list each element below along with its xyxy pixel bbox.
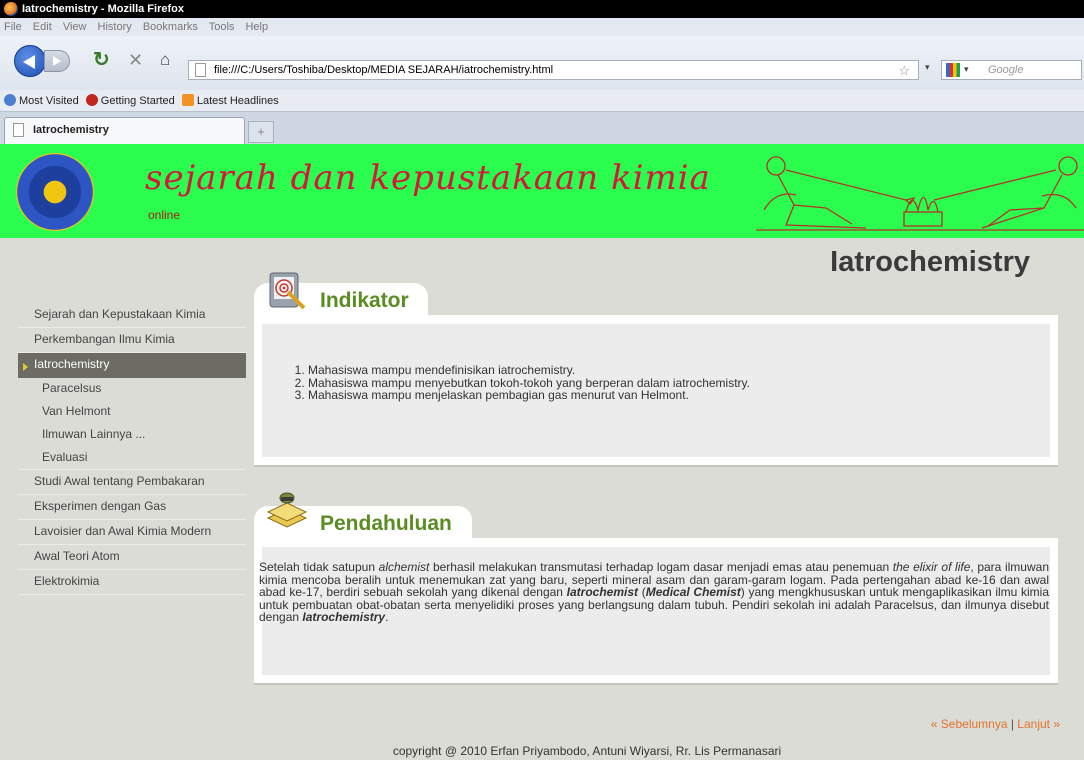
url-bar[interactable]: file:///C:/Users/Toshiba/Desktop/MEDIA S…	[188, 60, 919, 80]
pager-separator: |	[1007, 717, 1018, 731]
text-bold-italic: Iatrochemistry	[302, 610, 386, 625]
reload-icon[interactable]: ↻	[93, 45, 110, 75]
university-logo	[16, 153, 94, 231]
bookmark-getting-started[interactable]: Getting Started	[85, 94, 175, 107]
sidebar-nav: Sejarah dan Kepustakaan Kimia Perkembang…	[18, 303, 246, 595]
sidebar-item-sejarah[interactable]: Sejarah dan Kepustakaan Kimia	[18, 303, 246, 328]
menu-view[interactable]: View	[63, 21, 87, 33]
bookmarks-toolbar: Most Visited Getting Started Latest Head…	[0, 90, 1084, 112]
site-header: sejarah dan kepustakaan kimia online	[0, 144, 1084, 238]
sidebar-item-elektrokimia[interactable]: Elektrokimia	[18, 570, 246, 595]
sidebar-item-teori-atom[interactable]: Awal Teori Atom	[18, 545, 246, 570]
pager: « Sebelumnya | Lanjut »	[931, 717, 1060, 731]
rss-icon	[181, 94, 194, 106]
page-icon	[13, 123, 24, 137]
bookmark-latest-headlines[interactable]: Latest Headlines	[181, 94, 279, 107]
forward-button[interactable]	[44, 50, 70, 72]
bookmark-label: Getting Started	[100, 95, 175, 107]
sidebar-item-ilmuwan-lainnya[interactable]: Ilmuwan Lainnya ...	[18, 424, 246, 447]
prev-link[interactable]: « Sebelumnya	[931, 717, 1008, 731]
most-visited-icon	[4, 94, 16, 106]
bookmark-label: Latest Headlines	[196, 95, 279, 107]
sidebar-item-pembakaran[interactable]: Studi Awal tentang Pembakaran	[18, 470, 246, 495]
new-tab-button[interactable]: +	[248, 121, 274, 143]
pendahuluan-text: Setelah tidak satupun alchemist berhasil…	[259, 561, 1049, 624]
stop-icon[interactable]: ✕	[128, 45, 143, 75]
tab-title: Iatrochemistry	[33, 124, 109, 136]
sidebar-item-perkembangan[interactable]: Perkembangan Ilmu Kimia	[18, 328, 246, 353]
tab-iatrochemistry[interactable]: Iatrochemistry	[4, 117, 245, 144]
firefox-icon	[85, 94, 98, 106]
indikator-list: Mahasiswa mampu mendefinisikan iatrochem…	[272, 364, 750, 402]
search-placeholder: Google	[988, 64, 1024, 76]
firefox-icon	[4, 2, 18, 16]
target-icon	[269, 272, 306, 310]
sidebar-item-lavoisier[interactable]: Lavoisier dan Awal Kimia Modern	[18, 520, 246, 545]
indikator-title: Indikator	[320, 289, 409, 312]
pendahuluan-header: Pendahuluan	[254, 492, 472, 544]
page-icon	[195, 63, 206, 77]
chevron-down-icon[interactable]: ▾	[964, 60, 969, 78]
sidebar-item-eksperimen-gas[interactable]: Eksperimen dengan Gas	[18, 495, 246, 520]
home-icon[interactable]: ⌂	[160, 45, 170, 75]
bookmark-star-icon[interactable]: ☆	[898, 62, 910, 80]
menu-bookmarks[interactable]: Bookmarks	[143, 21, 198, 33]
tab-strip: Iatrochemistry +	[0, 112, 1084, 144]
url-text: file:///C:/Users/Toshiba/Desktop/MEDIA S…	[214, 64, 554, 76]
window-titlebar: Iatrochemistry - Mozilla Firefox	[0, 0, 1084, 18]
bookmark-most-visited[interactable]: Most Visited	[4, 94, 79, 107]
menu-edit[interactable]: Edit	[33, 21, 52, 33]
search-input[interactable]: ▾ Google	[941, 60, 1082, 80]
list-item: Mahasiswa mampu menjelaskan pembagian ga…	[308, 389, 750, 402]
search-engine-icon[interactable]	[946, 63, 960, 77]
menubar: File Edit View History Bookmarks Tools H…	[0, 18, 1084, 36]
pendahuluan-title: Pendahuluan	[320, 512, 452, 535]
url-dropdown-icon[interactable]: ▾	[925, 62, 930, 73]
menu-history[interactable]: History	[98, 21, 132, 33]
site-subtitle: online	[148, 208, 181, 222]
bookmark-label: Most Visited	[19, 95, 79, 107]
next-link[interactable]: Lanjut »	[1017, 717, 1060, 731]
sidebar-item-paracelsus[interactable]: Paracelsus	[18, 378, 246, 401]
sidebar-item-van-helmont[interactable]: Van Helmont	[18, 401, 246, 424]
navigation-toolbar: ↻ ✕ ⌂ file:///C:/Users/Toshiba/Desktop/M…	[0, 36, 1084, 90]
sidebar-item-evaluasi[interactable]: Evaluasi	[18, 447, 246, 470]
window-title: Iatrochemistry - Mozilla Firefox	[22, 3, 184, 15]
site-title: sejarah dan kepustakaan kimia	[145, 158, 711, 198]
menu-file[interactable]: File	[4, 21, 22, 33]
back-button[interactable]	[14, 45, 46, 77]
alchemist-illustration	[756, 156, 1084, 231]
menu-help[interactable]: Help	[245, 21, 268, 33]
footer-copyright: copyright @ 2010 Erfan Priyambodo, Antun…	[392, 744, 782, 758]
page-heading: Iatrochemistry	[830, 246, 1030, 278]
books-icon	[266, 492, 308, 528]
list-item: Mahasiswa mampu mendefinisikan iatrochem…	[308, 364, 750, 377]
sidebar-item-iatrochemistry[interactable]: Iatrochemistry	[18, 353, 246, 378]
menu-tools[interactable]: Tools	[209, 21, 235, 33]
indikator-header: Indikator	[254, 272, 428, 321]
text-run: .	[385, 610, 389, 625]
